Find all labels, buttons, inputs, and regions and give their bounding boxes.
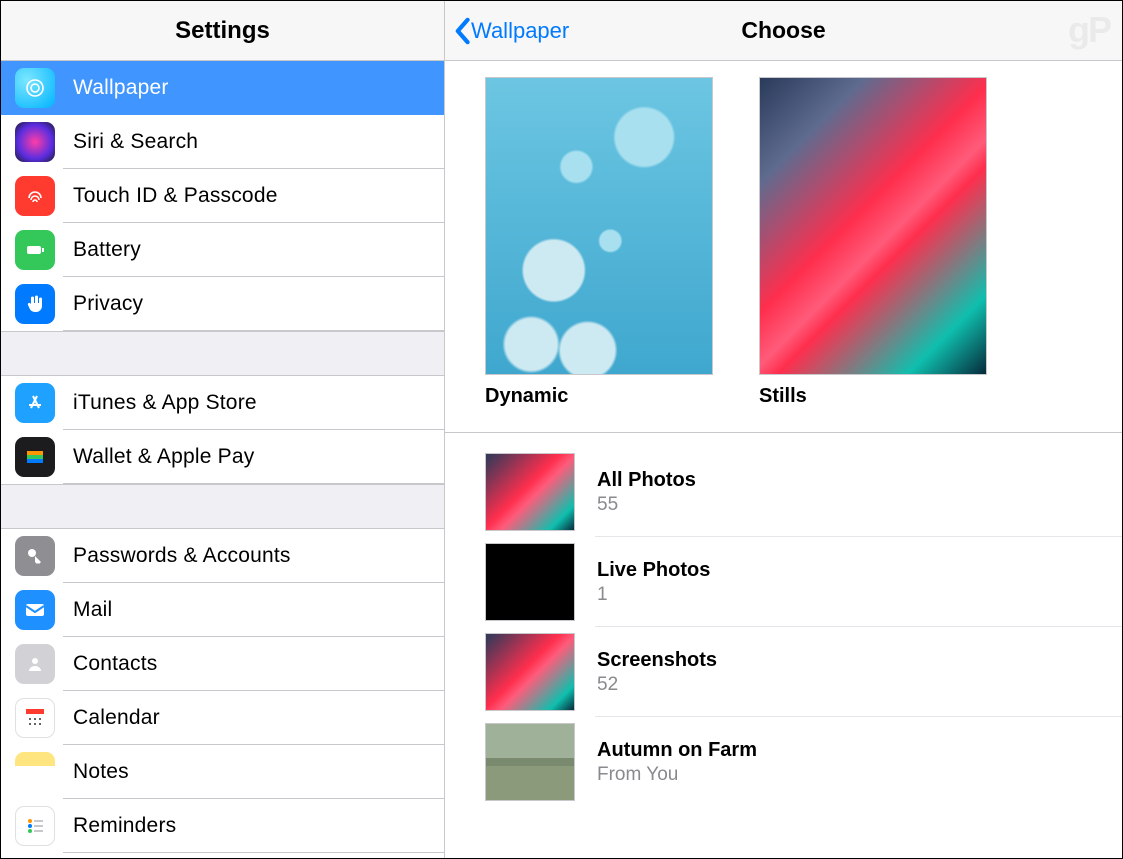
detail-header: Wallpaper Choose gP	[445, 1, 1122, 61]
album-title: Screenshots	[597, 649, 717, 672]
detail-pane: Wallpaper Choose gP Dynamic Stills All P…	[445, 1, 1122, 858]
album-live-photos[interactable]: Live Photos 1	[445, 537, 1122, 627]
key-icon	[15, 536, 55, 576]
category-thumb-stills	[759, 77, 987, 375]
sidebar-item-privacy[interactable]: Privacy	[1, 277, 444, 331]
sidebar-item-siri[interactable]: Siri & Search	[1, 115, 444, 169]
sidebar-title: Settings	[1, 1, 444, 61]
sidebar-item-label: Wallet & Apple Pay	[73, 445, 254, 469]
sidebar-item-label: iTunes & App Store	[73, 391, 257, 415]
sidebar-item-label: Notes	[73, 760, 129, 784]
category-thumb-dynamic	[485, 77, 713, 375]
sidebar-item-label: Touch ID & Passcode	[73, 184, 278, 208]
calendar-icon	[15, 698, 55, 738]
sidebar-item-reminders[interactable]: Reminders	[1, 799, 444, 853]
mail-icon	[15, 590, 55, 630]
sidebar-list: Wallpaper Siri & Search Touch ID & Passc…	[1, 61, 444, 858]
album-title: Autumn on Farm	[597, 739, 757, 762]
sidebar-item-calendar[interactable]: Calendar	[1, 691, 444, 745]
sidebar-item-label: Siri & Search	[73, 130, 198, 154]
album-subtitle: From You	[597, 764, 757, 786]
wallpaper-categories: Dynamic Stills	[445, 61, 1122, 432]
sidebar-item-label: Mail	[73, 598, 112, 622]
sidebar-item-label: Contacts	[73, 652, 157, 676]
reminders-icon	[15, 806, 55, 846]
sidebar-item-wallpaper[interactable]: Wallpaper	[1, 61, 444, 115]
watermark: gP	[1068, 9, 1110, 51]
touchid-icon	[15, 176, 55, 216]
album-title: Live Photos	[597, 559, 710, 582]
appstore-icon	[15, 383, 55, 423]
album-meta: Autumn on Farm From You	[597, 739, 757, 786]
album-meta: All Photos 55	[597, 469, 696, 516]
album-list: All Photos 55 Live Photos 1 Screenshots …	[445, 447, 1122, 847]
contacts-icon	[15, 644, 55, 684]
sidebar-item-itunes[interactable]: iTunes & App Store	[1, 376, 444, 430]
back-label: Wallpaper	[471, 18, 569, 44]
album-meta: Screenshots 52	[597, 649, 717, 696]
album-thumb	[485, 543, 575, 621]
sidebar-item-contacts[interactable]: Contacts	[1, 637, 444, 691]
sidebar-group-gap	[1, 484, 444, 529]
category-dynamic[interactable]: Dynamic	[485, 77, 713, 408]
sidebar-item-touchid[interactable]: Touch ID & Passcode	[1, 169, 444, 223]
album-count: 52	[597, 674, 717, 696]
chevron-left-icon	[453, 17, 471, 45]
sidebar-item-label: Battery	[73, 238, 141, 262]
wallpaper-icon	[15, 68, 55, 108]
hand-icon	[15, 284, 55, 324]
category-label: Dynamic	[485, 385, 713, 408]
sidebar-group-gap	[1, 331, 444, 376]
section-divider	[445, 432, 1122, 433]
category-stills[interactable]: Stills	[759, 77, 987, 408]
sidebar-item-passwords[interactable]: Passwords & Accounts	[1, 529, 444, 583]
back-button[interactable]: Wallpaper	[445, 17, 569, 45]
sidebar-item-label: Wallpaper	[73, 76, 169, 100]
album-meta: Live Photos 1	[597, 559, 710, 606]
sidebar-item-wallet[interactable]: Wallet & Apple Pay	[1, 430, 444, 484]
sidebar-item-label: Calendar	[73, 706, 160, 730]
sidebar-item-label: Privacy	[73, 292, 143, 316]
sidebar-item-label: Passwords & Accounts	[73, 544, 291, 568]
album-count: 1	[597, 584, 710, 606]
detail-body: Dynamic Stills All Photos 55 Live Photos	[445, 61, 1122, 858]
settings-sidebar: Settings Wallpaper Siri & Search Touch I…	[1, 1, 445, 858]
battery-icon	[15, 230, 55, 270]
notes-icon	[15, 752, 55, 792]
album-all-photos[interactable]: All Photos 55	[445, 447, 1122, 537]
album-screenshots[interactable]: Screenshots 52	[445, 627, 1122, 717]
album-thumb	[485, 723, 575, 801]
album-title: All Photos	[597, 469, 696, 492]
wallet-icon	[15, 437, 55, 477]
sidebar-item-mail[interactable]: Mail	[1, 583, 444, 637]
siri-icon	[15, 122, 55, 162]
sidebar-item-label: Reminders	[73, 814, 176, 838]
album-count: 55	[597, 494, 696, 516]
sidebar-item-battery[interactable]: Battery	[1, 223, 444, 277]
album-autumn-on-farm[interactable]: Autumn on Farm From You	[445, 717, 1122, 807]
category-label: Stills	[759, 385, 987, 408]
sidebar-item-notes[interactable]: Notes	[1, 745, 444, 799]
album-thumb	[485, 633, 575, 711]
album-thumb	[485, 453, 575, 531]
